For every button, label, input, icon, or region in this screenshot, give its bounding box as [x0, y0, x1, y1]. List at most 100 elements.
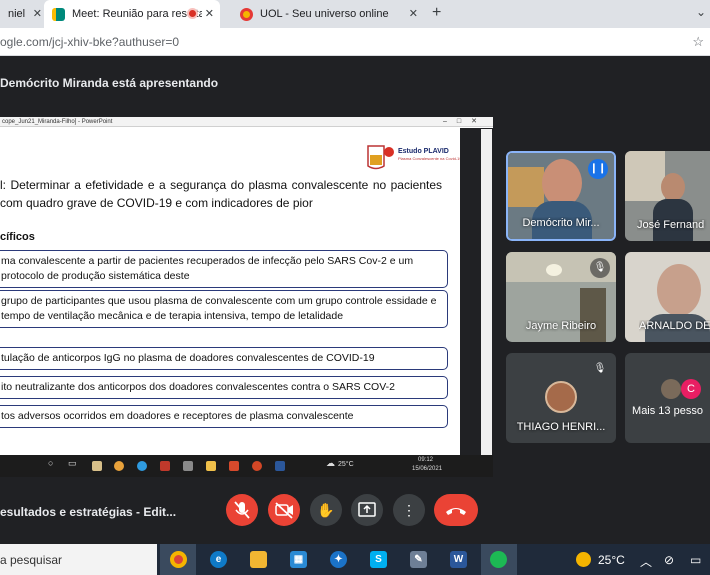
close-tab-icon[interactable]: ✕ [205, 7, 214, 20]
participant-video [542, 159, 582, 207]
mic-off-icon: 🎙 [593, 363, 607, 374]
url-text[interactable]: ogle.com/jcj-xhiv-bke?authuser=0 [0, 35, 179, 49]
uol-icon [240, 7, 253, 21]
window-controls: –□✕ [443, 118, 487, 125]
shared-screen: cope_Jun21_Miranda-Filho] - PowerPoint –… [0, 117, 493, 477]
shared-taskbar: ○ ▭ ☁ 25°C 09:12 15/06/2021 [0, 455, 493, 477]
participant-tile[interactable]: José Fernand [625, 151, 710, 241]
mic-toggle-button[interactable] [226, 494, 258, 526]
objective-item: tos adversos ocorridos em doadores e rec… [0, 405, 448, 428]
store-icon[interactable]: ▦ [290, 551, 307, 568]
objective-item: ma convalescente a partir de pacientes r… [0, 250, 448, 288]
shared-chrome-icon [114, 461, 124, 471]
powerpoint-title-bar: cope_Jun21_Miranda-Filho] - PowerPoint –… [0, 117, 493, 127]
shared-temperature: 25°C [338, 461, 354, 468]
windows-search-box[interactable]: a pesquisar [0, 544, 157, 575]
file-explorer-icon[interactable] [250, 551, 267, 568]
shared-search-icon: ○ [48, 458, 54, 468]
shared-word-icon [275, 461, 285, 471]
shared-weather-icon: ☁ [326, 458, 335, 468]
mic-off-icon: 🎙 [590, 258, 610, 278]
more-options-button[interactable]: ⋮ [393, 494, 425, 526]
url-domain: ogle.com [0, 35, 49, 49]
shared-time: 09:12 [418, 457, 434, 463]
windows-taskbar: a pesquisar e ▦ ✦ S ✎ W 25°C ︿ ⊘ ▭ [0, 544, 710, 575]
spotify-taskbar-button[interactable] [481, 544, 517, 575]
shared-date: 15/06/2021 [412, 466, 443, 472]
slide-scrollbar[interactable] [481, 129, 492, 465]
weather-sun-icon[interactable] [576, 552, 591, 567]
hand-icon: ✋ [317, 502, 335, 518]
safari-icon[interactable]: ✦ [330, 551, 347, 568]
slide-specific-heading: cíficos [0, 231, 35, 243]
more-vert-icon: ⋮ [402, 502, 416, 518]
participant-tile[interactable]: 🎙 Jayme Ribeiro [506, 252, 616, 342]
shared-app-icon [183, 461, 193, 471]
chrome-taskbar-button[interactable] [160, 544, 196, 575]
new-tab-button[interactable]: + [432, 4, 441, 22]
shared-taskview-icon: ▭ [68, 458, 77, 468]
weather-temperature[interactable]: 25°C [598, 553, 625, 567]
avatar-initial: C [681, 379, 701, 399]
present-now-button[interactable] [351, 494, 383, 526]
present-icon [358, 502, 376, 517]
participant-name: ARNALDO DE [639, 320, 710, 332]
participant-tile[interactable]: 🎙 THIAGO HENRI... [506, 353, 616, 443]
tab-previous[interactable]: niel ✕ [0, 0, 44, 28]
logo-title: Estudo PLAVID [398, 148, 449, 155]
end-call-icon [446, 508, 466, 515]
recording-icon [187, 8, 198, 19]
objective-item: grupo de participantes que usou plasma d… [0, 290, 448, 328]
tab-title: UOL - Seu universo online [260, 8, 389, 20]
plavid-logo: Estudo PLAVID Plasma Convalescente na Co… [362, 142, 462, 177]
word-icon[interactable]: W [450, 551, 467, 568]
avatar [545, 381, 577, 413]
close-tab-icon[interactable]: ✕ [33, 7, 42, 20]
presentation-slide: Estudo PLAVID Plasma Convalescente na Co… [0, 128, 462, 464]
participant-video [657, 264, 701, 316]
presenter-banner: Demócrito Miranda está apresentando [0, 76, 219, 90]
tab-meet[interactable]: Meet: Reunião para resultad ✕ [44, 0, 220, 28]
raise-hand-button[interactable]: ✋ [310, 494, 342, 526]
edge-icon[interactable]: e [210, 551, 227, 568]
participant-name: Jayme Ribeiro [525, 320, 597, 332]
leave-call-button[interactable] [434, 494, 478, 526]
mic-off-icon [234, 501, 250, 519]
close-tab-icon[interactable]: ✕ [409, 7, 418, 20]
participant-tile[interactable]: ❙❙ Demócrito Mir... [506, 151, 616, 241]
network-icon[interactable]: ⊘ [664, 553, 674, 567]
window-title: cope_Jun21_Miranda-Filho] - PowerPoint [2, 119, 113, 125]
blood-bag-icon [367, 145, 394, 170]
tab-uol[interactable]: UOL - Seu universo online ✕ [232, 0, 424, 28]
avatar [661, 379, 681, 399]
spotify-icon [490, 551, 507, 568]
paint-icon[interactable]: ✎ [410, 551, 427, 568]
logo-subtitle: Plasma Convalescente na Covid-19 [398, 156, 462, 161]
camera-off-icon [275, 502, 293, 519]
shared-store-icon [92, 461, 102, 471]
participant-tile[interactable]: ARNALDO DE [625, 252, 710, 342]
shared-shield-icon [160, 461, 170, 471]
participant-name: Mais 13 pesso [632, 405, 703, 417]
participant-video [661, 173, 685, 201]
slide-objective: l: Determinar a efetividade e a seguranç… [0, 178, 442, 210]
objective-item: ito neutralizante dos anticorpos dos doa… [0, 376, 448, 399]
tab-search-icon[interactable]: ⌄ [696, 5, 706, 19]
shared-powerpoint-icon [252, 461, 262, 471]
bookmark-star-icon[interactable]: ☆ [692, 34, 704, 50]
battery-icon[interactable]: ▭ [690, 553, 701, 567]
camera-toggle-button[interactable] [268, 494, 300, 526]
shared-edge-icon [137, 461, 147, 471]
address-bar[interactable]: ogle.com/jcj-xhiv-bke?authuser=0 ☆ [0, 28, 710, 56]
skype-icon[interactable]: S [370, 551, 387, 568]
meeting-title: esultados e estratégias - Edit... [0, 505, 177, 519]
tab-title: niel [8, 8, 26, 20]
meet-icon [52, 7, 65, 21]
more-participants-tile[interactable]: C Mais 13 pesso [625, 353, 710, 443]
shared-folder-icon [206, 461, 216, 471]
participant-name: THIAGO HENRI... [516, 421, 606, 433]
participant-name: Demócrito Mir... [522, 217, 600, 229]
objective-item: tulação de anticorpos IgG no plasma de d… [0, 347, 448, 370]
tab-title: Meet: Reunião para resultad [72, 8, 202, 20]
tray-expand-icon[interactable]: ︿ [640, 553, 652, 570]
